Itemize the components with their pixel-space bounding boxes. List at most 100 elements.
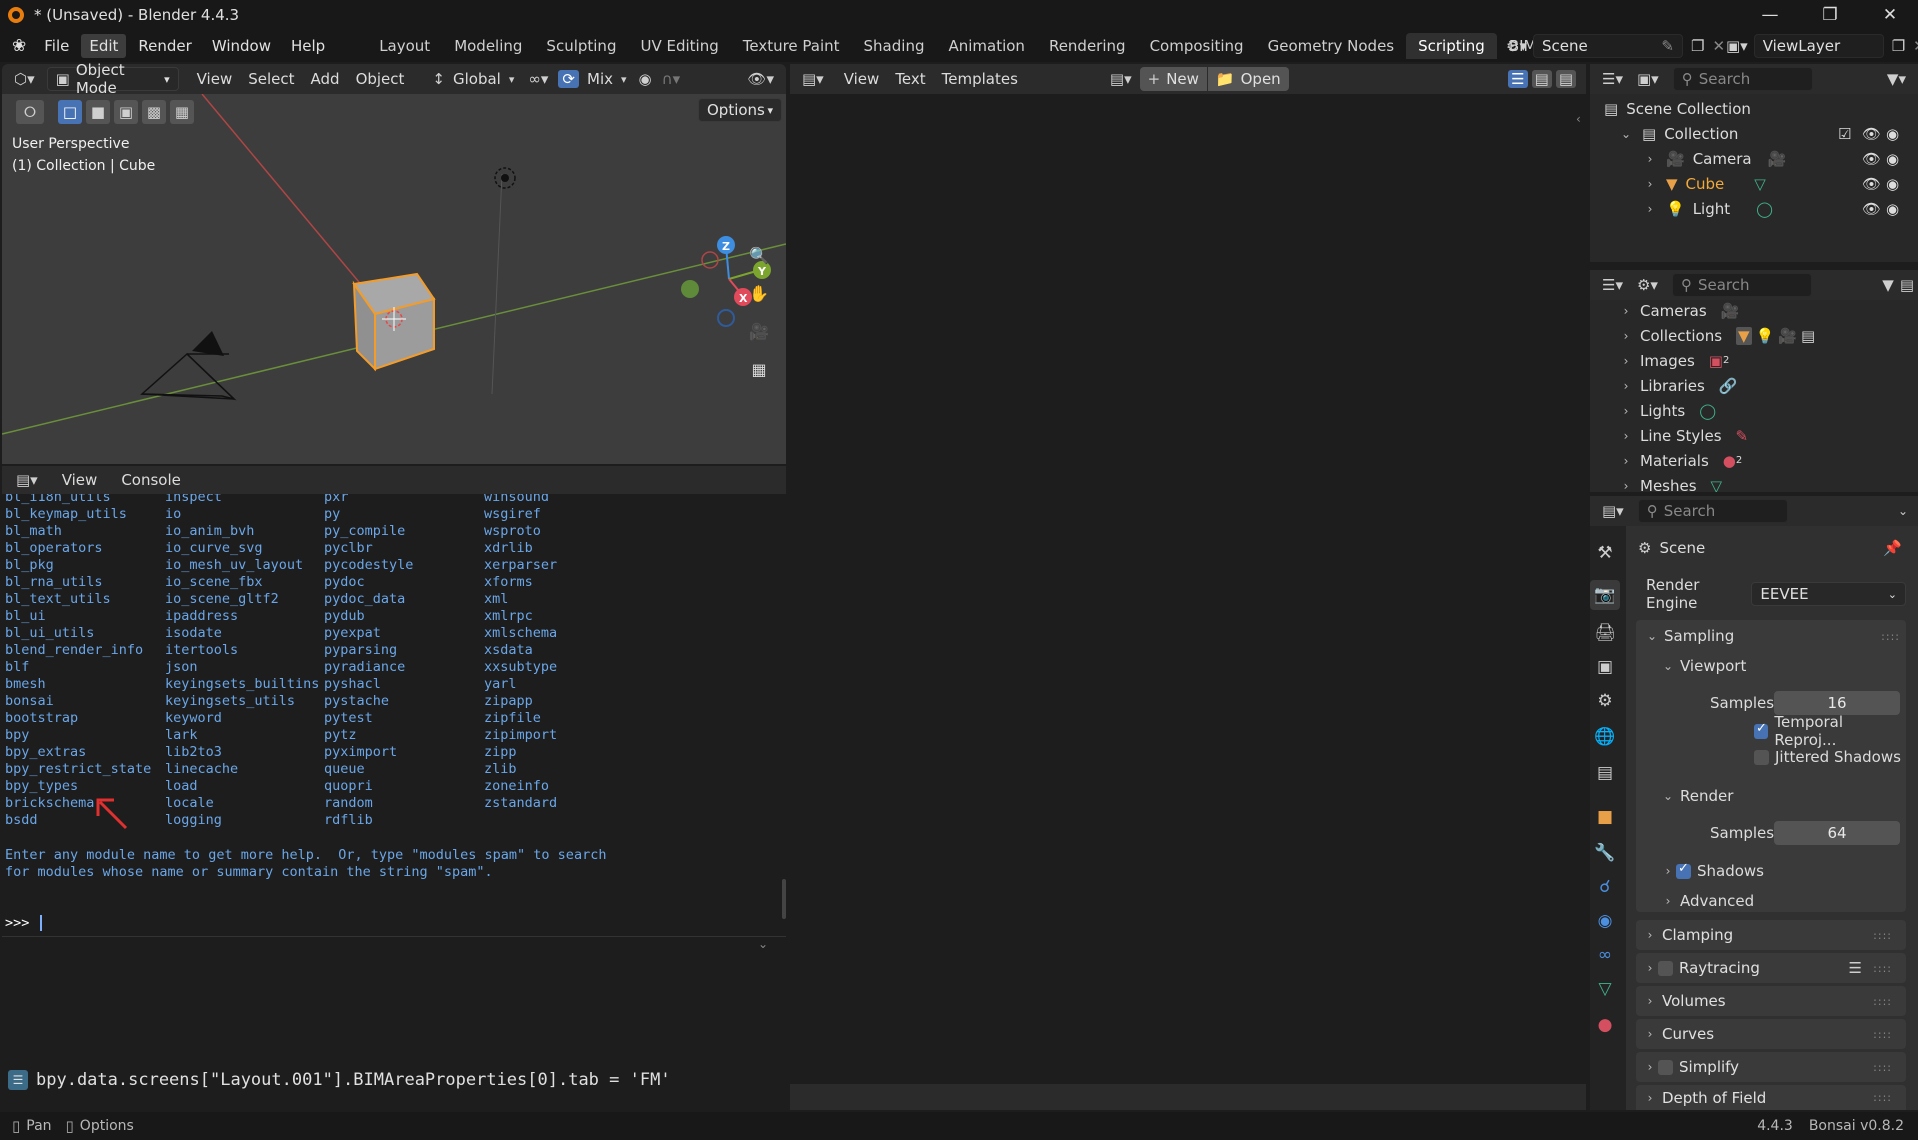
- scene-field[interactable]: Scene ✎: [1532, 34, 1683, 58]
- tab-shading[interactable]: Shading: [852, 33, 937, 59]
- collection-tab-icon[interactable]: ▤: [1590, 758, 1620, 788]
- blend-item-meshes[interactable]: › Meshes ▽: [1590, 473, 1918, 493]
- scene-tab-icon[interactable]: ⚙: [1590, 686, 1620, 716]
- collapse-chevron-icon[interactable]: ⌄: [1618, 127, 1634, 141]
- blend-display-mode-icon[interactable]: ⚙▾: [1637, 276, 1658, 294]
- zoom-icon[interactable]: 🔍: [744, 240, 774, 270]
- temporal-reprojection-row[interactable]: Temporal Reproj...: [1754, 713, 1904, 749]
- collection-camera-icon[interactable]: ◉: [1886, 125, 1899, 143]
- properties-type-icon[interactable]: ▤▾: [1602, 502, 1624, 520]
- object-tab-icon[interactable]: ■: [1590, 802, 1620, 832]
- collection-row[interactable]: ⌄ ▤ Collection ☑ 👁 ◉: [1590, 121, 1918, 146]
- blend-item-cameras[interactable]: › Cameras 🎥: [1590, 300, 1918, 323]
- editor-type-icon[interactable]: ⬡▾: [14, 70, 35, 88]
- raytracing-section[interactable]: › Raytracing ☰::::: [1636, 953, 1906, 983]
- scene-collection-row[interactable]: ▤ Scene Collection: [1590, 96, 1918, 121]
- volumes-section[interactable]: › Volumes::::: [1636, 986, 1906, 1016]
- world-tab-icon[interactable]: 🌐: [1590, 722, 1620, 752]
- camera-eye-icon[interactable]: 👁: [1862, 150, 1881, 168]
- console-editor-type-icon[interactable]: ▤▾: [16, 471, 38, 489]
- maximize-icon[interactable]: ❐: [1803, 0, 1857, 30]
- display-mode-icon[interactable]: ▣▾: [1637, 70, 1659, 88]
- menu-file[interactable]: File: [36, 34, 77, 58]
- proportional-edit-icon[interactable]: ◉: [639, 70, 652, 88]
- light-eye-icon[interactable]: 👁: [1862, 200, 1881, 218]
- temporal-checkbox[interactable]: [1754, 721, 1769, 739]
- data-tab-icon[interactable]: ▽: [1590, 974, 1620, 1004]
- collection-checkbox-icon[interactable]: ☑: [1838, 125, 1851, 143]
- blend-item-materials[interactable]: › Materials ● 2: [1590, 448, 1918, 473]
- cube-row[interactable]: › ▼ Cube ▽ 👁 ◉: [1590, 171, 1918, 196]
- curves-section[interactable]: › Curves::::: [1636, 1019, 1906, 1049]
- expand-light-icon[interactable]: ›: [1642, 202, 1658, 216]
- proportional-mix-dropdown[interactable]: Mix: [579, 68, 621, 90]
- advanced-subsection-header[interactable]: › Advanced: [1660, 888, 1900, 914]
- new-text-button[interactable]: + New: [1139, 67, 1207, 91]
- mesh-data-icon[interactable]: ▽: [1754, 175, 1766, 193]
- text-editor-type-icon[interactable]: ▤▾: [802, 70, 824, 88]
- properties-search[interactable]: ⚲ Search: [1637, 499, 1788, 523]
- pan-hand-icon[interactable]: ✋: [744, 278, 774, 308]
- syntax-highlight-icon[interactable]: ▤: [1555, 70, 1576, 88]
- viewport-canvas[interactable]: ⭘ □ ■ ▣ ▩ ▦ Options ▾ User Perspective (1…: [2, 94, 786, 464]
- close-icon[interactable]: ✕: [1863, 0, 1917, 30]
- light-data-icon[interactable]: ◯: [1756, 200, 1773, 218]
- word-wrap-icon[interactable]: ▤: [1531, 70, 1552, 88]
- info-collapse-icon[interactable]: ⌄: [758, 937, 768, 951]
- line-numbers-icon[interactable]: ☰: [1508, 70, 1528, 88]
- tab-compositing[interactable]: Compositing: [1138, 33, 1256, 59]
- blend-purge-icon[interactable]: ▤: [1900, 276, 1914, 294]
- delete-viewlayer-icon[interactable]: ✕: [1913, 37, 1918, 55]
- blend-filter-icon[interactable]: ▼: [1882, 276, 1894, 294]
- falloff-icon[interactable]: ∩▾: [662, 70, 681, 88]
- raytracing-presets-icon[interactable]: ☰: [1849, 959, 1862, 977]
- modifier-tab-icon[interactable]: 🔧: [1590, 838, 1620, 868]
- raytracing-checkbox[interactable]: [1658, 960, 1673, 976]
- simplify-checkbox[interactable]: [1658, 1059, 1673, 1075]
- minimize-icon[interactable]: —: [1743, 0, 1797, 30]
- viewlayer-browse-icon[interactable]: ▣▾: [1726, 37, 1748, 55]
- blend-item-images[interactable]: › Images ▣ 2: [1590, 348, 1918, 373]
- filter-icon[interactable]: ▼▾: [1887, 70, 1906, 88]
- sampling-section-header[interactable]: ⌄ Sampling::::: [1644, 622, 1904, 650]
- blender-menu-icon[interactable]: ❀: [12, 36, 26, 56]
- text-browse-icon[interactable]: ▤▾: [1110, 70, 1132, 88]
- material-tab-icon[interactable]: ●: [1590, 1010, 1620, 1040]
- visibility-icon[interactable]: 👁▾: [747, 70, 774, 88]
- light-row[interactable]: › 💡 Light ◯ 👁 ◉: [1590, 196, 1918, 221]
- new-scene-icon[interactable]: ❐: [1691, 37, 1704, 55]
- render-subsection-header[interactable]: ⌄ Render: [1660, 782, 1900, 810]
- shadows-subsection-header[interactable]: ›Shadows: [1660, 858, 1900, 884]
- expand-camera-icon[interactable]: ›: [1642, 152, 1658, 166]
- camera-data-icon[interactable]: 🎥: [1768, 150, 1787, 168]
- tab-texture-paint[interactable]: Texture Paint: [731, 33, 852, 59]
- properties-options-icon[interactable]: ⌄: [1898, 504, 1908, 518]
- console-menu-view[interactable]: View: [54, 469, 106, 491]
- tab-animation[interactable]: Animation: [936, 33, 1036, 59]
- new-viewlayer-icon[interactable]: ❐: [1892, 37, 1905, 55]
- camera-render-icon[interactable]: ◉: [1886, 150, 1899, 168]
- object-mode-dropdown[interactable]: ▣ Object Mode ▾: [46, 61, 179, 97]
- expand-cube-icon[interactable]: ›: [1642, 177, 1658, 191]
- text-menu-templates[interactable]: Templates: [934, 68, 1026, 90]
- text-editor-area[interactable]: ‹: [790, 94, 1586, 1084]
- blend-item-collections[interactable]: › Collections ▼ 💡 🎥 ▤: [1590, 323, 1918, 348]
- jittered-shadows-row[interactable]: Jittered Shadows: [1754, 744, 1904, 770]
- delete-scene-icon[interactable]: ✕: [1712, 37, 1725, 55]
- menu-help[interactable]: Help: [283, 34, 333, 58]
- blend-item-lights[interactable]: › Lights ◯: [1590, 398, 1918, 423]
- console-scrollbar[interactable]: [782, 879, 786, 919]
- menu-window[interactable]: Window: [204, 34, 279, 58]
- tab-geometry-nodes[interactable]: Geometry Nodes: [1256, 33, 1407, 59]
- viewport-menu-select[interactable]: Select: [240, 68, 302, 90]
- console-output[interactable]: bl_i18n_utils bl_keymap_utils bl_math bl_op…: [2, 494, 786, 936]
- particles-tab-icon[interactable]: ☌: [1590, 872, 1620, 902]
- viewport-menu-view[interactable]: View: [189, 68, 241, 90]
- orientation-dropdown[interactable]: Global: [445, 68, 509, 90]
- console-prompt[interactable]: >>>: [5, 915, 42, 932]
- render-samples-field[interactable]: 64: [1774, 821, 1900, 845]
- sidebar-toggle-icon[interactable]: ‹: [1576, 112, 1581, 126]
- viewport-subsection-header[interactable]: ⌄ Viewport: [1660, 652, 1900, 680]
- tab-modeling[interactable]: Modeling: [442, 33, 534, 59]
- collection-eye-icon[interactable]: 👁: [1862, 125, 1881, 143]
